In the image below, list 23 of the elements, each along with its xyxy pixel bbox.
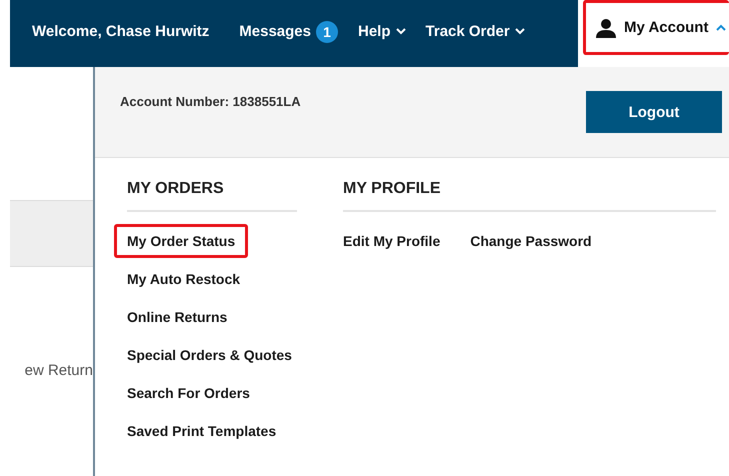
menu-link[interactable]: My Order Status — [114, 224, 248, 258]
nav-link[interactable]: Track Order — [426, 23, 510, 40]
account-number: Account Number: 1838551LA — [120, 94, 301, 109]
returns-text: ew Return — [24, 362, 93, 379]
message-count-badge: 1 — [316, 20, 338, 42]
welcome-text: Welcome, Chase Hurwitz — [32, 23, 210, 40]
chevron-down-icon — [396, 28, 406, 35]
menu-link[interactable]: Change Password — [457, 224, 605, 258]
menu-link[interactable]: Special Orders & Quotes — [114, 338, 305, 372]
chevron-up-icon — [716, 24, 726, 31]
menu-link[interactable]: Search For Orders — [114, 376, 263, 410]
menu-link[interactable]: Edit My Profile — [330, 224, 454, 258]
menu-link[interactable]: Online Returns — [114, 300, 240, 334]
menu-link[interactable]: Saved Print Templates — [114, 414, 290, 448]
chevron-down-icon — [514, 28, 525, 35]
nav-link[interactable]: Messages — [239, 23, 311, 40]
section-heading: MY ORDERS — [127, 180, 297, 212]
person-icon — [596, 18, 616, 38]
menu-link[interactable]: My Auto Restock — [114, 262, 254, 296]
section-heading: MY PROFILE — [343, 180, 716, 212]
logout-button[interactable]: Logout — [586, 91, 722, 133]
nav-link[interactable]: Help — [358, 23, 391, 40]
my-account-button[interactable]: My Account — [583, 0, 729, 55]
